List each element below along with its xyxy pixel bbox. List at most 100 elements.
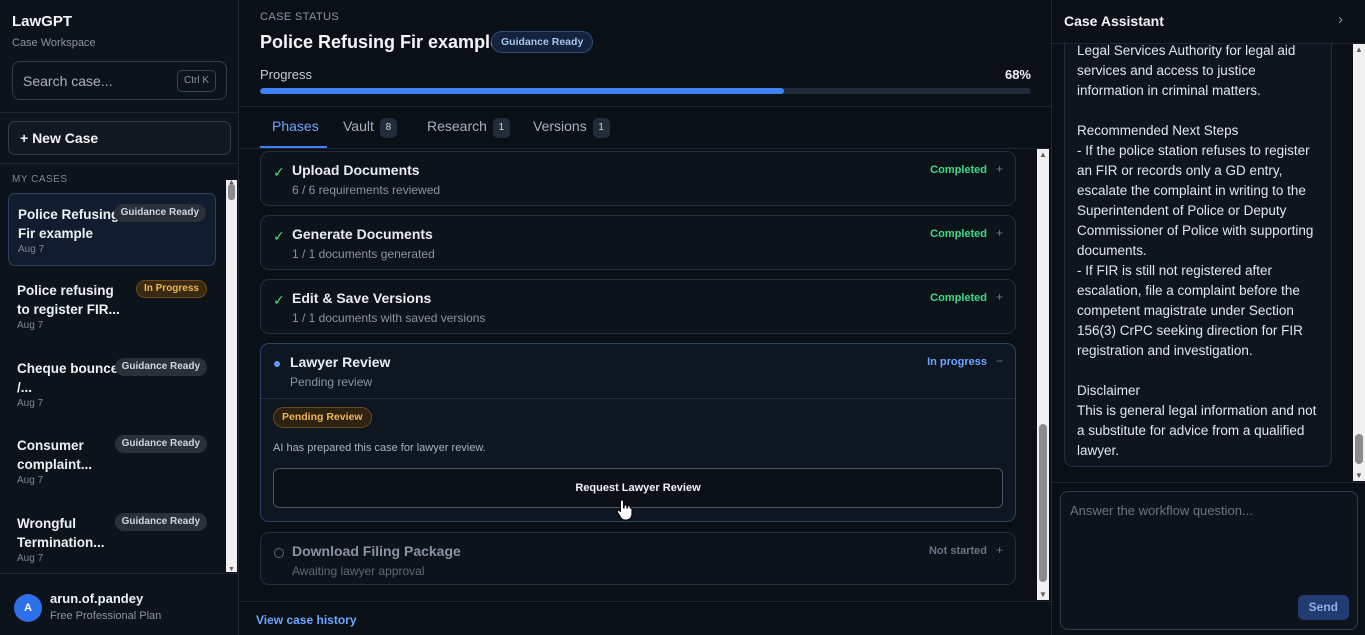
page-title: Police Refusing Fir example <box>260 32 501 52</box>
divider <box>261 398 1015 399</box>
current-step-dot-icon <box>274 361 280 367</box>
scroll-down-icon[interactable]: ▼ <box>1039 590 1047 599</box>
search-input[interactable]: Search case... Ctrl K <box>12 61 227 100</box>
case-status-badge: In Progress <box>135 280 207 298</box>
sidebar: LawGPT Case Workspace Search case... Ctr… <box>0 0 239 635</box>
phase-status: Completed <box>930 164 987 176</box>
case-list: Police Refusing Fir example Guidance Rea… <box>0 190 224 570</box>
progress-bar-fill <box>260 88 785 94</box>
case-title: Police refusing to register FIR... <box>17 283 120 317</box>
tab-label: Versions <box>533 118 587 134</box>
phase-list-scrollbar[interactable]: ▲ ▼ <box>1037 149 1049 600</box>
expand-icon[interactable]: + <box>996 162 1003 176</box>
chevron-right-icon[interactable]: › <box>1338 11 1343 28</box>
app-root: LawGPT Case Workspace Search case... Ctr… <box>0 0 1365 635</box>
view-case-history-link[interactable]: View case history <box>256 613 357 627</box>
phase-card-current[interactable]: Lawyer Review Pending review In progress… <box>260 343 1016 522</box>
scroll-up-icon[interactable]: ▲ <box>1039 150 1047 159</box>
case-date: Aug 7 <box>17 475 44 486</box>
scroll-down-icon[interactable]: ▼ <box>1355 471 1363 480</box>
phase-description: 6 / 6 requirements reviewed <box>292 183 441 197</box>
phase-card[interactable]: ✓ Edit & Save Versions 1 / 1 documents w… <box>260 279 1016 334</box>
hand-cursor-icon <box>616 499 633 521</box>
scroll-down-icon[interactable]: ▼ <box>228 566 235 573</box>
send-button[interactable]: Send <box>1297 595 1349 620</box>
scroll-up-icon[interactable]: ▲ <box>1355 45 1363 54</box>
case-item-active[interactable]: Police Refusing Fir example Guidance Rea… <box>8 193 216 266</box>
case-item[interactable]: Wrongful Termination... Guidance Ready A… <box>8 503 216 570</box>
review-note: AI has prepared this case for lawyer rev… <box>273 442 486 454</box>
progress-bar <box>260 88 1031 94</box>
case-item[interactable]: Consumer complaint... Guidance Ready Aug… <box>8 425 216 498</box>
phase-card[interactable]: Download Filing Package Awaiting lawyer … <box>260 532 1016 585</box>
new-case-button[interactable]: + New Case <box>8 121 231 155</box>
answer-input[interactable]: Answer the workflow question... Send <box>1060 491 1358 630</box>
main-panel: CASE STATUS Police Refusing Fir example … <box>240 0 1051 635</box>
case-item[interactable]: Cheque bounce /... Guidance Ready Aug 7 <box>8 348 216 421</box>
chat-scrollbar[interactable]: ▲ ▼ <box>1353 44 1365 481</box>
progress-percent: 68% <box>1004 67 1031 82</box>
search-shortcut: Ctrl K <box>177 70 216 92</box>
case-date: Aug 7 <box>17 398 44 409</box>
case-date: Aug 7 <box>17 320 44 331</box>
phase-name: Upload Documents <box>292 162 420 178</box>
assistant-message: Legal Services Authority for legal aid s… <box>1064 44 1332 467</box>
user-plan: Free Professional Plan <box>50 610 162 622</box>
case-list-scrollbar[interactable]: ▲ ▼ <box>226 179 237 573</box>
phase-description: 1 / 1 documents with saved versions <box>292 311 486 325</box>
user-name: arun.of.pandey <box>50 591 144 606</box>
tab-label: Phases <box>272 118 319 134</box>
tab-phases[interactable]: Phases <box>272 118 319 148</box>
expand-icon[interactable]: + <box>996 543 1003 557</box>
case-item[interactable]: Police refusing to register FIR... In Pr… <box>8 270 216 343</box>
message-text: Legal Services Authority for legal aid s… <box>1077 44 1317 458</box>
phase-name: Download Filing Package <box>292 543 461 559</box>
phase-description: 1 / 1 documents generated <box>292 247 435 261</box>
panel-title: Case Assistant <box>1064 13 1164 29</box>
tab-label: Vault <box>343 118 374 134</box>
phase-card[interactable]: ✓ Generate Documents 1 / 1 documents gen… <box>260 215 1016 270</box>
tab-research[interactable]: Research 1 <box>427 118 510 148</box>
case-title: Cheque bounce /... <box>17 361 119 395</box>
scrollbar-thumb[interactable] <box>228 184 235 200</box>
progress-label: Progress <box>260 67 313 82</box>
expand-icon[interactable]: + <box>996 226 1003 240</box>
case-title: Consumer complaint... <box>17 438 93 472</box>
phase-description: Awaiting lawyer approval <box>292 564 425 578</box>
phase-description: Pending review <box>290 375 373 389</box>
checkmark-icon: ✓ <box>273 164 285 180</box>
case-status-badge: Guidance Ready <box>114 513 207 531</box>
checkmark-icon: ✓ <box>273 292 285 308</box>
phase-name: Lawyer Review <box>290 354 391 370</box>
app-name: LawGPT <box>12 13 73 30</box>
tab-label: Research <box>427 118 487 134</box>
divider <box>1052 482 1365 483</box>
collapse-icon[interactable]: − <box>996 354 1003 368</box>
case-date: Aug 7 <box>17 553 44 564</box>
pending-circle-icon <box>274 548 284 558</box>
tab-versions[interactable]: Versions 1 <box>533 118 610 148</box>
scrollbar-thumb[interactable] <box>1355 434 1363 464</box>
case-status-badge: Guidance Ready <box>114 358 207 376</box>
phase-status: In progress <box>927 356 987 368</box>
case-status-badge: Guidance Ready <box>114 435 207 453</box>
phase-card[interactable]: ✓ Upload Documents 6 / 6 requirements re… <box>260 151 1016 206</box>
phase-status: Not started <box>928 545 987 557</box>
search-placeholder: Search case... <box>23 73 113 89</box>
pending-review-badge: Pending Review <box>273 407 372 428</box>
case-status-badge: Guidance Ready <box>113 204 206 222</box>
case-status-label: CASE STATUS <box>260 11 340 23</box>
divider <box>0 163 238 164</box>
case-assistant-panel: Case Assistant › Legal Services Authorit… <box>1051 0 1365 635</box>
scrollbar-thumb[interactable] <box>1039 424 1047 582</box>
phase-name: Edit & Save Versions <box>292 290 432 306</box>
request-lawyer-review-button[interactable]: Request Lawyer Review <box>273 468 1003 508</box>
case-title: Wrongful Termination... <box>17 516 105 550</box>
avatar: A <box>14 594 42 622</box>
expand-icon[interactable]: + <box>996 290 1003 304</box>
user-profile[interactable]: A arun.of.pandey Free Professional Plan <box>0 573 238 635</box>
app-subtitle: Case Workspace <box>12 37 96 49</box>
tab-vault[interactable]: Vault 8 <box>343 118 397 148</box>
case-title: Police Refusing Fir example <box>18 207 120 241</box>
tab-count: 8 <box>379 118 397 138</box>
